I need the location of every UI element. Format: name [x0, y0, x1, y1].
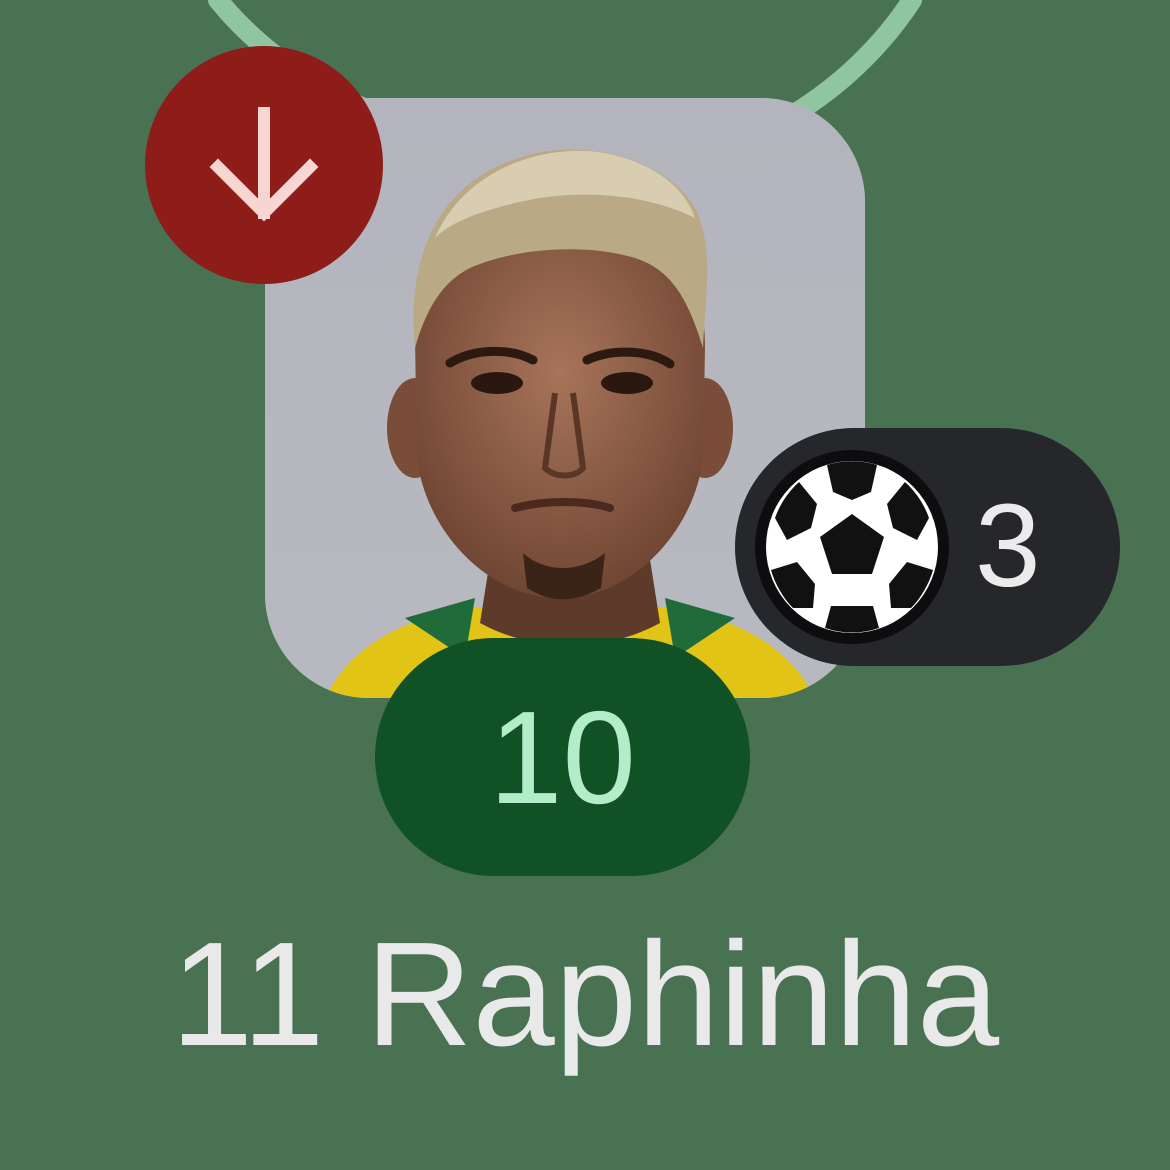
- soccer-ball-icon: [755, 450, 949, 644]
- player-name: Raphinha: [365, 912, 1000, 1077]
- goals-badge: [735, 428, 1120, 666]
- arrow-down-icon: [209, 107, 319, 222]
- player-label: 11 Raphinha: [0, 905, 1170, 1085]
- goals-count: 3: [975, 480, 1041, 612]
- substituted-out-badge: [145, 46, 383, 284]
- shirt-number: 11: [170, 912, 325, 1077]
- player-rating: 10: [375, 638, 750, 876]
